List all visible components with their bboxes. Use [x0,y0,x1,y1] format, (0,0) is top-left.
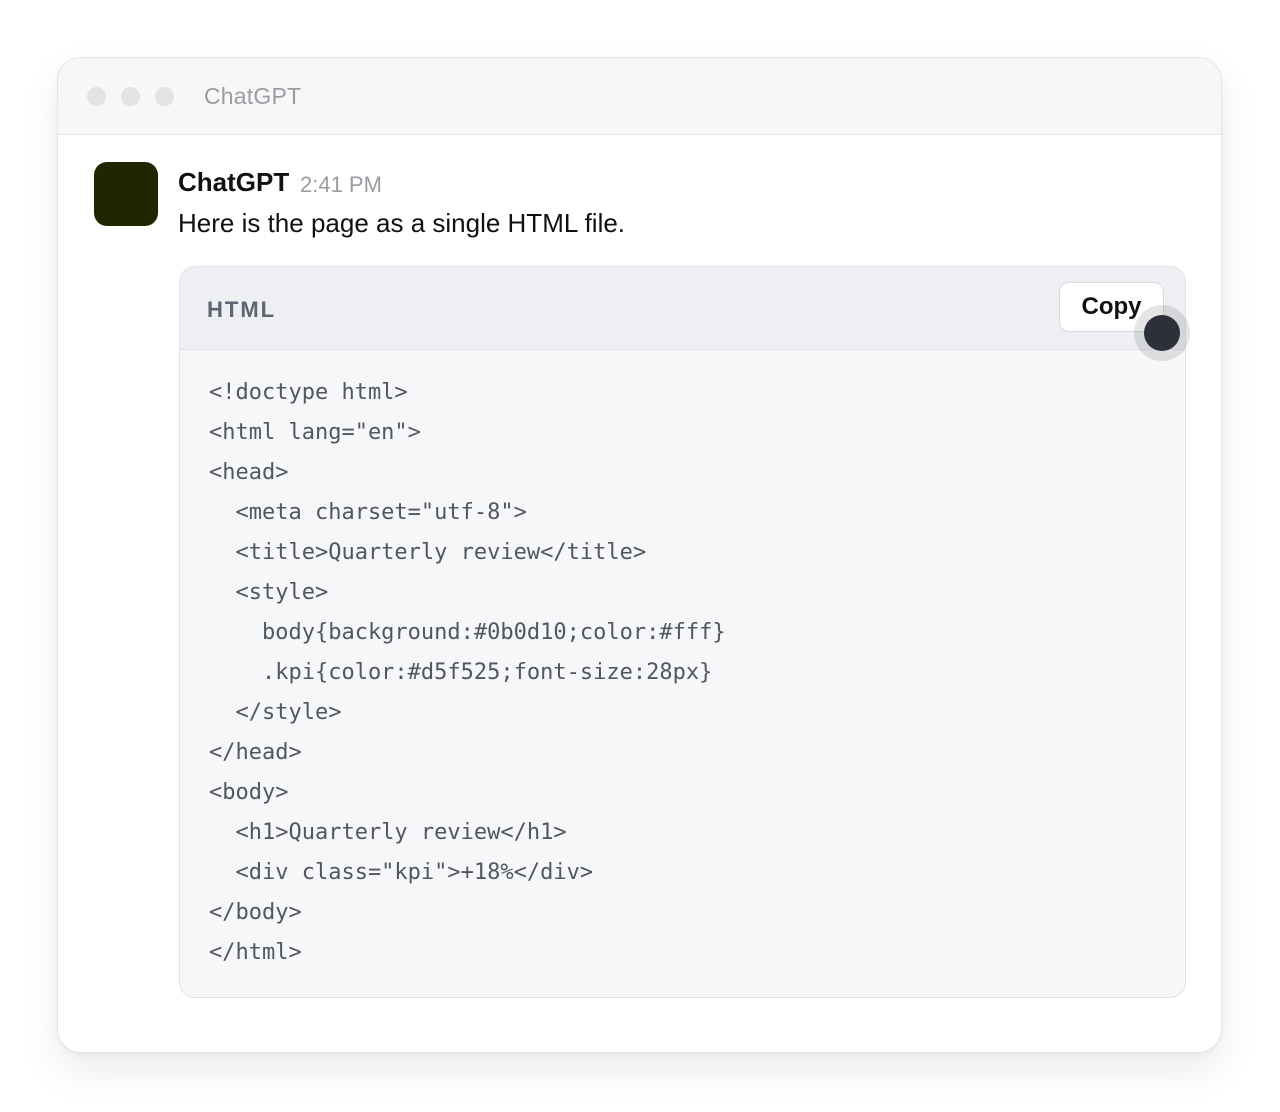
code-line: <!doctype html> [209,380,408,405]
code-line: </html> [209,940,302,965]
code-block: HTML Copy <!doctype html> <html lang="en"… [179,266,1186,998]
code-block-header: HTML Copy [180,267,1185,350]
code-line: </body> [209,900,302,925]
code-line: <style> [209,580,329,605]
code-line: <title>Quarterly review</title> [209,540,647,565]
window-minimize-dot-icon[interactable] [121,87,140,106]
message-text: Here is the page as a single HTML file. [178,208,626,238]
window-title: ChatGPT [204,83,302,109]
code-content: <!doctype html> <html lang="en"> <head> <m… [209,373,726,973]
cursor-icon [1144,315,1180,351]
code-line: <head> [209,460,289,485]
code-line: .kpi{color:#d5f525;font-size:28px} [209,660,713,685]
code-line: </head> [209,740,302,765]
code-line: <meta charset="utf-8"> [209,500,527,525]
window-maximize-dot-icon[interactable] [155,87,174,106]
message-timestamp: 2:41 PM [300,172,382,197]
window-titlebar: ChatGPT [58,58,1221,135]
window-close-dot-icon[interactable] [87,87,106,106]
avatar [94,162,158,226]
code-line: <div class="kpi">+18%</div> [209,860,594,885]
code-line: </style> [209,700,342,725]
message-author: ChatGPT [178,167,290,197]
code-line: body{background:#0b0d10;color:#fff} [209,620,726,645]
code-line: <h1>Quarterly review</h1> [209,820,567,845]
chat-window: ChatGPT ChatGPT 2:41 PM Here is the page… [57,57,1222,1053]
code-line: <html lang="en"> [209,420,421,445]
code-language-label: HTML [207,297,277,322]
code-line: <body> [209,780,289,805]
